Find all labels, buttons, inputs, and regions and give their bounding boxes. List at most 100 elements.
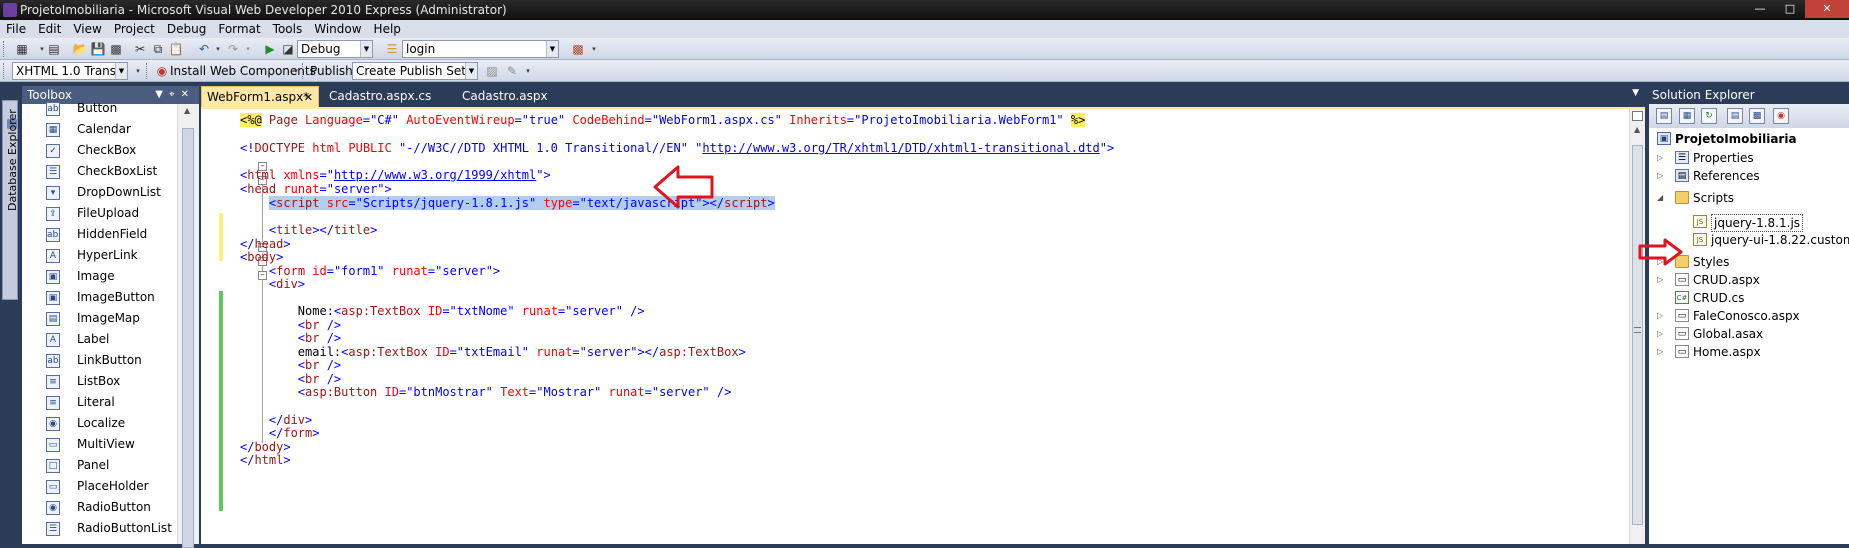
toolbox-item[interactable]: ✓ CheckBox [22, 140, 177, 161]
expand-icon[interactable]: ▷ [1657, 149, 1667, 167]
view-designer-icon[interactable]: ▩ [1749, 108, 1765, 124]
scroll-up-icon[interactable]: ▲ [1634, 125, 1640, 134]
copy-icon[interactable]: ⧉ [150, 41, 166, 57]
database-explorer-tab[interactable]: Database Explorer [2, 100, 19, 300]
menu-view[interactable]: View [67, 20, 107, 38]
close-icon[interactable]: ✕ [304, 87, 313, 108]
solution-explorer-icon[interactable]: ▩ [570, 41, 586, 57]
scroll-up-icon[interactable]: ▲ [184, 106, 190, 115]
chevron-down-icon[interactable]: ▼ [1632, 88, 1639, 98]
find-combo[interactable]: login ▼ [402, 40, 559, 58]
split-window-icon[interactable] [1632, 111, 1643, 121]
refresh-icon[interactable]: ↻ [1701, 108, 1717, 124]
editor-scrollbar[interactable]: ▲ [1629, 109, 1645, 544]
show-all-files-icon[interactable]: ▦ [1679, 108, 1695, 124]
solution-config-combo[interactable]: Debug ▼ [297, 40, 373, 58]
toolbar-grip[interactable] [3, 63, 6, 79]
save-icon[interactable]: 💾 [90, 41, 106, 57]
toolbox-item[interactable]: ▣ ImageButton [22, 287, 177, 308]
toolbar-grip[interactable] [146, 63, 149, 79]
csharp-file-icon: C# [1675, 291, 1689, 304]
find-icon[interactable]: ☰ [384, 41, 400, 57]
menu-edit[interactable]: Edit [32, 20, 67, 38]
close-button[interactable]: ✕ [1805, 0, 1849, 18]
menu-tools[interactable]: Tools [267, 20, 309, 38]
scroll-grip [1634, 327, 1641, 333]
view-in-browser-icon[interactable]: ◪ [280, 41, 296, 57]
expand-icon[interactable]: ▷ [1657, 271, 1667, 289]
new-project-icon[interactable]: ▦ [14, 41, 30, 57]
toolbox-item[interactable]: ▤ ImageMap [22, 308, 177, 329]
start-debugging-icon[interactable]: ▶ [262, 41, 278, 57]
code-token: ID [420, 304, 443, 318]
expand-icon[interactable]: ▷ [1657, 325, 1667, 343]
menu-project[interactable]: Project [108, 20, 161, 38]
minimize-button[interactable]: — [1745, 0, 1775, 18]
toolbox-item[interactable]: ⇪ FileUpload [22, 203, 177, 224]
toolbox-item[interactable]: ab Button [22, 98, 177, 119]
asp-net-configuration-icon[interactable]: ◉ [1773, 108, 1789, 124]
install-web-components-icon[interactable]: ◉ [154, 63, 170, 79]
publish-icon[interactable]: ▨ [484, 63, 500, 79]
toolbar-grip[interactable] [3, 41, 6, 57]
paste-icon[interactable]: 📋 [168, 41, 184, 57]
toolbox-item[interactable]: ◉ Localize [22, 413, 177, 434]
toolbar-options-icon[interactable]: ▾ [520, 63, 536, 79]
toolbox-scrollbar[interactable]: ▲ [177, 104, 199, 548]
toolbox-item[interactable]: ▭ MultiView [22, 434, 177, 455]
toolbox-item[interactable]: ▾ DropDownList [22, 182, 177, 203]
tab-cadastro-aspx[interactable]: Cadastro.aspx [457, 86, 567, 107]
toolbar-options-icon[interactable]: ▾ [586, 41, 602, 57]
toolbar-grip[interactable] [302, 63, 305, 79]
redo-icon[interactable]: ↷ [225, 41, 241, 57]
toolbox-item[interactable]: ▭ PlaceHolder [22, 476, 177, 497]
publish-settings-icon[interactable]: ✎ [504, 63, 520, 79]
expand-icon[interactable]: ▷ [1657, 343, 1667, 361]
view-code-icon[interactable]: ▤ [1727, 108, 1743, 124]
redo-dropdown-icon[interactable]: ▾ [240, 41, 256, 57]
open-file-icon[interactable]: 📂 [72, 41, 88, 57]
expand-icon[interactable]: ▷ [1657, 167, 1667, 185]
menu-debug[interactable]: Debug [161, 20, 212, 38]
toolbox-item[interactable]: ◉ RadioButton [22, 497, 177, 518]
toolbox-item[interactable]: abl HiddenField [22, 224, 177, 245]
doctype-combo[interactable]: XHTML 1.0 Transition ▼ [12, 62, 128, 80]
code-line[interactable]: <!DOCTYPE html PUBLIC "-//W3C//DTD XHTML… [240, 140, 1114, 156]
toolbox-item[interactable]: ≡ Literal [22, 392, 177, 413]
cut-icon[interactable]: ✂ [132, 41, 148, 57]
scroll-thumb[interactable] [1632, 145, 1643, 525]
toolbox-item[interactable]: A Label [22, 329, 177, 350]
add-item-icon[interactable]: ▤ [46, 41, 62, 57]
tab-webform1-aspx[interactable]: WebForm1.aspx* ✕ [201, 86, 319, 107]
collapse-icon[interactable]: ◢ [1657, 189, 1667, 207]
toolbox-item[interactable]: ≡ ListBox [22, 371, 177, 392]
close-icon[interactable]: ✕ [181, 89, 195, 100]
toolbox-item[interactable]: ▦ Calendar [22, 119, 177, 140]
menu-file[interactable]: File [0, 20, 32, 38]
toolbox-item[interactable]: A HyperLink [22, 245, 177, 266]
scroll-thumb[interactable] [182, 128, 194, 548]
menu-window[interactable]: Window [308, 20, 367, 38]
code-token: title [276, 223, 313, 237]
code-line[interactable]: <div> [240, 276, 305, 292]
properties-icon[interactable]: ▤ [1656, 108, 1672, 124]
toolbox-item[interactable]: ab LinkButton [22, 350, 177, 371]
toolbar-options-icon[interactable]: ▾ [130, 63, 146, 79]
menu-help[interactable]: Help [368, 20, 407, 38]
maximize-button[interactable]: □ [1775, 0, 1805, 18]
code-line[interactable]: </html> [240, 452, 291, 468]
menu-format[interactable]: Format [212, 20, 266, 38]
toolbox-item[interactable]: ▣ Image [22, 266, 177, 287]
publish-settings-combo[interactable]: Create Publish Settings ▼ [352, 62, 478, 80]
tab-cadastro-aspx-cs[interactable]: Cadastro.aspx.cs [324, 86, 444, 107]
code-line[interactable]: <%@ Page Language="C#" AutoEventWireup="… [240, 112, 1086, 128]
toolbox-item[interactable]: ☰ RadioButtonList [22, 518, 177, 538]
save-all-icon[interactable]: ▩ [108, 41, 124, 57]
code-line[interactable]: <asp:Button ID="btnMostrar" Text="Mostra… [240, 384, 732, 400]
toolbox-item[interactable]: □ Panel [22, 455, 177, 476]
code-editor[interactable]: <%@ Page Language="C#" AutoEventWireup="… [240, 109, 1605, 544]
editor-area: WebForm1.aspx* ✕ Cadastro.aspx.cs Cadast… [201, 86, 1645, 544]
undo-dropdown-icon[interactable]: ▾ [210, 41, 226, 57]
expand-icon[interactable]: ▷ [1657, 307, 1667, 325]
toolbox-item[interactable]: ☰ CheckBoxList [22, 161, 177, 182]
